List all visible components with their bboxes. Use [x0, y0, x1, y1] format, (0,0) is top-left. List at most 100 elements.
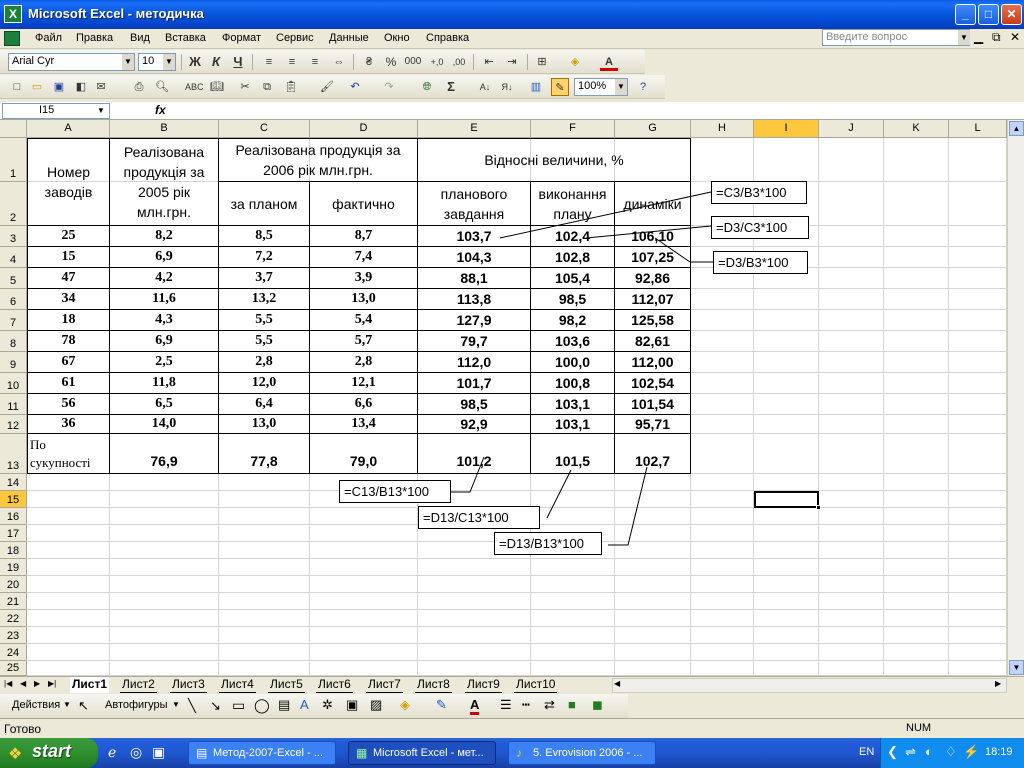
fill-color-icon[interactable]: ◈	[566, 53, 584, 71]
redo-icon[interactable]: ↷	[380, 78, 398, 96]
menu-window[interactable]: Окно	[384, 32, 410, 44]
line-color-icon[interactable]: ✎	[436, 697, 447, 713]
formula-callout-d3c3[interactable]: =D3/C3*100	[711, 216, 809, 239]
menu-tools[interactable]: Сервис	[276, 32, 314, 44]
scroll-right-icon[interactable]: ▶	[995, 679, 1001, 688]
menu-file[interactable]: Файл	[35, 32, 62, 44]
cut-icon[interactable]: ✂	[236, 78, 254, 96]
question-input[interactable]: Введите вопрос	[822, 29, 970, 46]
decrease-decimal-icon[interactable]: ,00	[450, 53, 468, 71]
spelling-icon[interactable]: ABC	[185, 78, 204, 96]
thousands-button[interactable]: 000	[404, 53, 422, 71]
menu-view[interactable]: Вид	[130, 32, 150, 44]
network-icon[interactable]: ⇌	[905, 744, 916, 760]
currency-icon[interactable]: ₴	[360, 53, 378, 71]
actions-menu[interactable]: Действия	[12, 699, 60, 711]
sheet-tab[interactable]: Лист2	[120, 677, 157, 693]
print-icon[interactable]: ⎙	[130, 78, 148, 96]
open-icon[interactable]: ▭	[28, 78, 46, 96]
doc-minimize-button[interactable]: ▁	[974, 30, 983, 44]
formula-input[interactable]	[172, 103, 1022, 118]
print-preview-icon[interactable]: 🔍︎	[153, 78, 171, 96]
sheet-tab[interactable]: Лист7	[366, 677, 403, 693]
next-sheet-icon[interactable]: ▶	[34, 679, 40, 688]
actions-dropdown-icon[interactable]: ▼	[63, 700, 71, 709]
research-icon[interactable]: 📖︎	[208, 78, 226, 96]
excel-app-icon[interactable]: X	[4, 5, 22, 23]
undo-icon[interactable]: ↶	[346, 78, 364, 96]
clipart-icon[interactable]: ▣	[346, 697, 358, 713]
menu-insert[interactable]: Вставка	[165, 32, 206, 44]
font-combo[interactable]: Arial Cyr ▼	[8, 53, 135, 71]
sheet-tab[interactable]: Лист9	[465, 677, 502, 693]
email-icon[interactable]: ✉	[92, 78, 110, 96]
sheet-tab[interactable]: Лист3	[170, 677, 207, 693]
shadow-icon[interactable]: ■	[568, 697, 576, 712]
paste-icon[interactable]: 📋︎	[282, 78, 300, 96]
line-icon[interactable]: ╲	[188, 698, 196, 714]
merge-center-icon[interactable]: ⇔	[330, 53, 348, 71]
select-pointer-icon[interactable]: ↖	[78, 698, 89, 714]
line-style-icon[interactable]: ☰	[500, 697, 512, 713]
dash-style-icon[interactable]: ┅	[522, 697, 530, 713]
winamp-icon[interactable]: ⚡	[963, 744, 979, 760]
sort-desc-icon[interactable]: Я↓	[498, 78, 516, 96]
wordart-icon[interactable]: A	[300, 697, 309, 712]
scroll-down-icon[interactable]: ▼	[1009, 660, 1024, 675]
desktop-quicklaunch-icon[interactable]: ▣	[152, 744, 165, 761]
textbox-icon[interactable]: ▤	[278, 697, 290, 713]
prev-sheet-icon[interactable]: ◀	[20, 679, 26, 688]
fill-color-draw-icon[interactable]: ◈	[400, 697, 410, 713]
title-bar[interactable]: X Microsoft Excel - методичка _ □ ✕	[0, 0, 1024, 29]
scroll-left-icon[interactable]: ◀	[614, 679, 620, 688]
increase-decimal-icon[interactable]: +,0	[428, 53, 446, 71]
sheet-tab[interactable]: Лист4	[219, 677, 256, 693]
save-icon[interactable]: ▣	[50, 78, 68, 96]
decrease-indent-icon[interactable]: ⇤	[480, 53, 498, 71]
font-color-icon[interactable]: A	[600, 53, 618, 71]
format-painter-icon[interactable]: 🖌︎	[318, 78, 336, 96]
diagram-icon[interactable]: ✲	[322, 697, 333, 713]
align-center-icon[interactable]: ≡	[283, 53, 301, 71]
firefox-quicklaunch-icon[interactable]: ◎	[130, 744, 142, 761]
align-right-icon[interactable]: ≡	[306, 53, 324, 71]
formula-callout-c3b3[interactable]: =C3/B3*100	[711, 181, 807, 204]
volume-icon[interactable]: ◐	[925, 744, 933, 759]
sort-asc-icon[interactable]: A↓	[476, 78, 494, 96]
sheet-tab[interactable]: Лист5	[268, 677, 305, 693]
last-sheet-icon[interactable]: ▶|	[48, 679, 56, 688]
hyperlink-icon[interactable]: 🌐︎	[418, 78, 436, 96]
align-left-icon[interactable]: ≡	[260, 53, 278, 71]
doc-close-button[interactable]: ✕	[1010, 30, 1020, 44]
menu-edit[interactable]: Правка	[76, 32, 113, 44]
drawing-icon[interactable]: ✎	[551, 78, 569, 96]
name-box[interactable]: I15	[2, 103, 110, 119]
formula-callout-c13b13[interactable]: =C13/B13*100	[339, 480, 451, 503]
horizontal-scrollbar[interactable]: ◀ ▶	[612, 678, 1007, 693]
autoshapes-dropdown-icon[interactable]: ▼	[172, 700, 180, 709]
minimize-button[interactable]: _	[955, 4, 976, 25]
menu-help[interactable]: Справка	[426, 32, 469, 44]
new-icon[interactable]: □	[8, 78, 26, 96]
formula-callout-d13b13[interactable]: =D13/B13*100	[494, 532, 602, 555]
font-dropdown-icon[interactable]: ▼	[122, 54, 134, 70]
help-icon[interactable]: ?	[634, 78, 652, 96]
zoom-dropdown-icon[interactable]: ▼	[615, 79, 627, 95]
maximize-button[interactable]: □	[978, 4, 999, 25]
security-icon[interactable]: ♢	[945, 744, 957, 760]
3d-icon[interactable]: ◼	[592, 697, 603, 713]
borders-icon[interactable]: ⊞	[533, 53, 551, 71]
doc-restore-button[interactable]: ⧉	[992, 30, 1001, 45]
close-button[interactable]: ✕	[1001, 4, 1022, 25]
question-dropdown-icon[interactable]: ▼	[958, 30, 970, 45]
formula-callout-d13c13[interactable]: =D13/C13*100	[418, 506, 540, 529]
permission-icon[interactable]: ◧	[72, 78, 90, 96]
sheet-tab[interactable]: Лист10	[514, 677, 558, 693]
workbook-icon[interactable]	[4, 31, 20, 46]
bold-button[interactable]: Ж	[186, 53, 204, 71]
italic-button[interactable]: К	[207, 53, 225, 71]
worksheet-grid[interactable]: ABCDEFGHIJKL 1 2 3 4 5 6 7 8 9 10 11 12 13 14 15 16 17 18…	[0, 120, 1024, 676]
underline-button[interactable]: Ч	[229, 53, 247, 71]
chart-wizard-icon[interactable]: ▥	[527, 78, 545, 96]
task-evrovision[interactable]: 5. Evrovision 2006 - ...	[508, 741, 656, 765]
